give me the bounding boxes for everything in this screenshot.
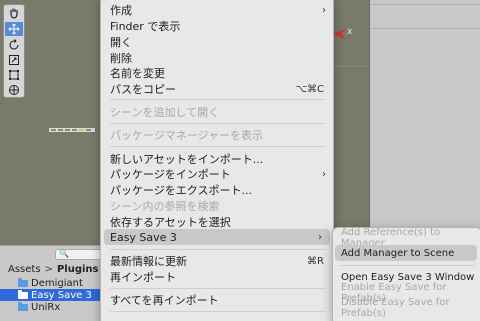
- menu-item-label: 開く: [110, 36, 132, 49]
- menu-item-label: シーン内の参照を検索: [110, 200, 220, 213]
- menu-item-label: すべてを再インポート: [110, 294, 219, 307]
- submenu-item-label: Disable Easy Save for Prefab(s): [341, 297, 450, 319]
- chevron-right-icon: ›: [318, 231, 322, 243]
- menu-item-create[interactable]: 作成 ›: [100, 2, 334, 18]
- menu-item-label: パッケージをエクスポート...: [110, 184, 252, 197]
- menu-separator: [110, 249, 326, 250]
- rotate-icon: [9, 39, 19, 50]
- menu-item-label: Finder で表示: [110, 20, 181, 33]
- rotate-tool-button[interactable]: [5, 38, 23, 52]
- menu-separator: [110, 99, 326, 100]
- menu-separator: [110, 146, 326, 147]
- menu-item-rename[interactable]: 名前を変更: [100, 65, 334, 81]
- project-search-field[interactable]: 🔍: [55, 249, 105, 260]
- menu-item-find-references-in-scene: シーン内の参照を検索: [100, 198, 334, 214]
- folder-icon: [18, 301, 28, 311]
- folder-unirx[interactable]: UniRx: [0, 301, 110, 313]
- breadcrumb-plugins[interactable]: Plugins: [57, 264, 99, 275]
- menu-item-label: 削除: [110, 52, 132, 65]
- breadcrumb: Assets > Plugins: [0, 262, 110, 276]
- transform-tool-button[interactable]: [5, 83, 23, 97]
- menu-separator: [110, 288, 326, 289]
- menu-item-label: パスをコピー: [110, 83, 176, 96]
- menu-item-export-package[interactable]: パッケージをエクスポート...: [100, 182, 334, 198]
- menu-item-label: シーンを追加して開く: [110, 106, 220, 119]
- menu-item-delete[interactable]: 削除: [100, 50, 334, 66]
- menu-item-label: 最新情報に更新: [110, 255, 187, 268]
- hand-icon: [10, 8, 18, 19]
- submenu-item-add-manager-to-scene[interactable]: Add Manager to Scene: [335, 245, 477, 261]
- menu-item-label: パッケージマネージャーを表示: [110, 129, 264, 142]
- submenu-item-add-references-to-manager: Add Reference(s) to Manager: [332, 227, 480, 249]
- menu-item-shortcut: ⌘R: [307, 255, 324, 267]
- menu-item-copy-path[interactable]: パスをコピー ⌥⌘C: [100, 81, 334, 97]
- breadcrumb-separator: >: [44, 263, 53, 275]
- chevron-right-icon: ›: [322, 4, 326, 16]
- folder-icon: [18, 289, 28, 299]
- menu-item-label: パッケージをインポート: [110, 168, 231, 181]
- menu-item-label: 名前を変更: [110, 67, 165, 80]
- submenu-separator: [340, 265, 475, 266]
- gizmo-x-axis-icon[interactable]: [333, 28, 345, 40]
- menu-item-label: 新しいアセットをインポート...: [110, 153, 264, 166]
- menu-item-select-dependencies[interactable]: 依存するアセットを選択: [100, 214, 334, 230]
- menu-item-reimport-all[interactable]: すべてを再インポート: [100, 292, 334, 308]
- move-icon: [8, 23, 20, 35]
- menu-separator: [110, 311, 326, 312]
- breadcrumb-assets[interactable]: Assets: [8, 264, 41, 275]
- menu-item-show-in-finder[interactable]: Finder で表示: [100, 18, 334, 34]
- scene-divider: [335, 66, 370, 67]
- menu-separator: [110, 123, 326, 124]
- menu-item-reimport[interactable]: 再インポート: [100, 269, 334, 285]
- menu-item-shortcut: ⌥⌘C: [295, 83, 324, 95]
- menu-item-easy-save-3[interactable]: Easy Save 3 ›: [104, 229, 330, 245]
- rect-icon: [9, 70, 19, 80]
- menu-item-open[interactable]: 開く: [100, 34, 334, 50]
- menu-item-label: Easy Save 3: [110, 230, 177, 244]
- inspector-divider: [370, 4, 480, 5]
- scale-icon: [9, 55, 19, 65]
- folder-label: UniRx: [31, 301, 61, 313]
- scene-toolbar: [3, 4, 25, 98]
- search-icon: 🔍: [59, 249, 69, 258]
- folder-demigiant[interactable]: Demigiant: [0, 277, 110, 289]
- submenu-item-label: Open Easy Save 3 Window: [341, 271, 475, 283]
- rect-tool-button[interactable]: [5, 68, 23, 82]
- menu-item-label: 作成: [110, 4, 132, 17]
- folder-label: Demigiant: [31, 277, 83, 289]
- inspector-panel: [370, 0, 480, 245]
- menu-item-import-new-asset[interactable]: 新しいアセットをインポート...: [100, 151, 334, 167]
- submenu-item-disable-easy-save-for-prefabs: Disable Easy Save for Prefab(s): [332, 297, 480, 319]
- folder-label: Easy Save 3: [31, 289, 92, 301]
- submenu-item-label: Add Manager to Scene: [341, 247, 455, 259]
- scene-objects[interactable]: [49, 127, 97, 133]
- chevron-right-icon: ›: [322, 168, 326, 180]
- folder-easy-save-3[interactable]: Easy Save 3: [0, 289, 110, 301]
- scale-tool-button[interactable]: [5, 53, 23, 67]
- menu-item-show-package-manager: パッケージマネージャーを表示: [100, 127, 334, 143]
- folder-icon: [18, 277, 28, 287]
- move-tool-button[interactable]: [5, 22, 23, 36]
- menu-item-refresh[interactable]: 最新情報に更新 ⌘R: [100, 253, 334, 269]
- gizmo-axis-label: x: [347, 27, 353, 37]
- menu-item-add-scene-and-open: シーンを追加して開く: [100, 104, 334, 120]
- menu-item-label: 依存するアセットを選択: [110, 216, 231, 229]
- inspector-divider: [370, 28, 480, 29]
- menu-item-import-package[interactable]: パッケージをインポート ›: [100, 166, 334, 182]
- hand-tool-button[interactable]: [5, 6, 23, 20]
- transform-icon: [9, 85, 19, 95]
- menu-item-label: 再インポート: [110, 271, 176, 284]
